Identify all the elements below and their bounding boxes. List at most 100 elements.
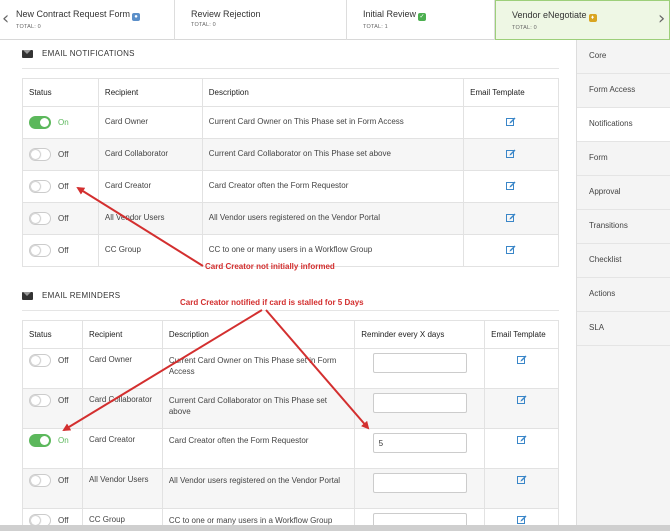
reminder-days-input[interactable] [372,393,467,413]
section-title: EMAIL REMINDERS [42,291,121,300]
phase-tab-new-contract[interactable]: New Contract Request Form ● TOTAL: 0 [0,0,175,40]
phase-bar: New Contract Request Form ● TOTAL: 0 Revi… [0,0,670,40]
recipient-cell: Card Owner [81,348,163,389]
status-toggle[interactable] [29,354,51,367]
status-label: Off [58,214,69,223]
sidemenu-item-notifications[interactable]: Notifications [577,108,670,142]
col-email-template: Email Template [463,78,559,107]
status-toggle[interactable] [29,148,51,161]
recipient-cell: All Vendor Users [97,202,203,235]
reminder-days-input[interactable] [372,353,467,373]
description-cell: Current Card Owner on This Phase set in … [201,106,465,139]
status-toggle[interactable] [29,116,51,129]
table-row: Off Card Collaborator Current Card Collabo… [22,138,559,171]
status-label: Off [58,396,69,405]
annotation-not-informed: Card Creator not initially informed [205,262,335,271]
phase-name: Vendor eNegotiate [512,10,587,20]
divider [22,310,559,311]
status-toggle[interactable] [29,434,51,447]
chevron-left-icon[interactable]: ‹ [2,10,9,28]
edit-template-icon[interactable] [506,213,516,223]
phase-total: TOTAL: 1 [363,24,388,30]
col-description: Description [161,320,356,349]
description-cell: Current Card Collaborator on This Phase … [201,138,465,171]
edit-template-icon[interactable] [506,149,516,159]
sidemenu-item-approval[interactable]: Approval [577,176,670,210]
phase-tab-review-rejection[interactable]: Review Rejection TOTAL: 0 [175,0,347,40]
recipient-cell: All Vendor Users [81,468,163,509]
edit-template-icon[interactable] [506,245,516,255]
email-notifications-header: EMAIL NOTIFICATIONS [22,49,135,58]
edit-template-icon[interactable] [516,515,527,525]
col-status: Status [22,320,83,349]
recipient-cell: Card Owner [97,106,203,139]
recipient-cell: Card Collaborator [97,138,203,171]
envelope-icon [22,291,33,300]
reminder-days-input[interactable] [372,473,467,493]
check-icon: ✓ [418,13,427,21]
description-cell: All Vendor users registered on the Vendo… [201,202,465,235]
chevron-right-icon[interactable]: › [658,10,665,28]
edit-template-icon[interactable] [516,435,527,445]
table-row: Off Card Owner Current Card Owner on This … [22,348,559,389]
envelope-icon [22,49,33,58]
sidemenu-item-form[interactable]: Form [577,142,670,176]
phase-name: Initial Review [363,9,417,19]
table-row: Off All Vendor Users All Vendor users regi… [22,468,559,509]
col-status: Status [22,78,99,107]
description-cell: All Vendor users registered on the Vendo… [161,468,356,509]
status-label: On [58,436,69,445]
status-toggle[interactable] [29,394,51,407]
phase-name: New Contract Request Form [16,9,131,19]
edit-template-icon[interactable] [516,475,527,485]
phase-tab-vendor-enegotiate[interactable]: Vendor eNegotiate ♦ TOTAL: 0 [495,0,670,40]
status-toggle[interactable] [29,244,51,257]
sidemenu-item-transitions[interactable]: Transitions [577,210,670,244]
table-row: Off All Vendor Users All Vendor users regi… [22,202,559,235]
description-cell: Card Creator often the Form Requestor [201,170,465,203]
sidemenu-item-sla[interactable]: SLA [577,312,670,346]
email-reminders-header: EMAIL REMINDERS [22,291,120,300]
section-title: EMAIL NOTIFICATIONS [42,49,135,58]
col-recipient: Recipient [81,320,163,349]
status-label: Off [58,150,69,159]
person-icon: ♦ [588,14,597,22]
recipient-cell: Card Creator [81,428,163,469]
phase-total: TOTAL: 0 [191,22,216,28]
phase-total: TOTAL: 0 [16,24,41,30]
status-label: Off [58,516,69,525]
edit-template-icon[interactable] [516,355,527,365]
description-cell: Card Creator often the Form Requestor [161,428,356,469]
edit-template-icon[interactable] [506,117,516,127]
edit-template-icon[interactable] [506,181,516,191]
globe-icon: ● [132,13,141,21]
table-row: On Card Creator Card Creator often the For… [22,428,559,469]
phase-tab-initial-review[interactable]: Initial Review ✓ TOTAL: 1 [347,0,495,40]
status-label: Off [58,182,69,191]
sidemenu-item-core[interactable]: Core [577,40,670,74]
sidemenu-item-checklist[interactable]: Checklist [577,244,670,278]
sidemenu-item-actions[interactable]: Actions [577,278,670,312]
sidemenu-item-form-access[interactable]: Form Access [577,74,670,108]
status-label: Off [58,476,69,485]
table-row: On Card Owner Current Card Owner on This P… [22,106,559,139]
horizontal-scrollbar[interactable] [0,525,670,531]
table-row: Off Card Collaborator Current Card Collabo… [22,388,559,429]
status-toggle[interactable] [29,212,51,225]
col-email-template: Email Template [484,320,559,349]
status-label: Off [58,356,69,365]
table-row: Off Card Creator Card Creator often the Fo… [22,170,559,203]
recipient-cell: CC Group [97,234,203,267]
phase-name: Review Rejection [191,9,261,19]
notifications-table: Status Recipient Description Email Templ… [22,78,559,267]
edit-template-icon[interactable] [516,395,527,405]
status-label: Off [58,246,69,255]
reminder-days-input[interactable] [372,433,467,453]
divider [22,68,559,69]
col-reminder-days: Reminder every X days [354,320,486,349]
status-toggle[interactable] [29,474,51,487]
settings-sidemenu: Core Form Access Notifications Form Appr… [576,40,670,531]
phase-total: TOTAL: 0 [512,25,537,31]
status-toggle[interactable] [29,180,51,193]
recipient-cell: Card Creator [97,170,203,203]
